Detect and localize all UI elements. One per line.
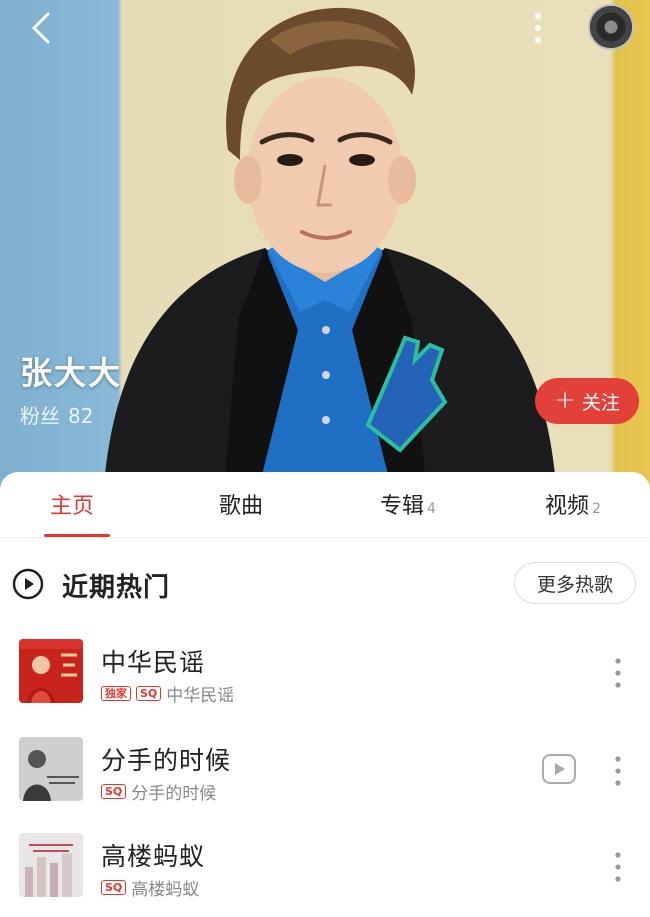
song-album: 中华民谣 [166,686,235,706]
song-album: 高楼蚂蚁 [131,880,200,900]
plus-icon: + [554,384,576,415]
more-vertical-icon[interactable] [525,6,551,50]
tab-label: 专辑 [380,494,425,519]
tab-home[interactable]: 主页 [50,488,94,520]
tab-videos[interactable]: 视频 2 [545,488,601,520]
tab-count: 4 [427,501,436,517]
fans-label: 粉丝 [20,404,60,428]
tab-songs[interactable]: 歌曲 [219,488,263,520]
song-subtitle: SQ 分手的时候 [101,779,216,804]
sq-badge: SQ [101,784,127,799]
artist-name: 张大大 [20,354,123,392]
song-title: 分手的时候 [101,746,232,775]
content-sheet: 主页 歌曲 专辑 4 视频 2 近期热门 更多热歌 中华民谣 独家 SQ 中华民… [0,472,650,917]
song-more-icon[interactable] [606,753,630,789]
song-row[interactable]: 分手的时候 SQ 分手的时候 [0,737,650,823]
tab-bar: 主页 歌曲 专辑 4 视频 2 [0,472,650,538]
tab-albums[interactable]: 专辑 4 [380,488,436,520]
fans-number: 82 [68,404,94,428]
now-playing-disc-icon[interactable] [588,4,634,50]
tab-label: 视频 [545,494,590,519]
artist-hero: 张大大 粉丝 82 + 关注 [0,0,650,500]
section-title: 近期热门 [62,573,171,603]
play-all-icon[interactable] [12,568,44,600]
song-more-icon[interactable] [606,655,630,691]
follow-button[interactable]: + 关注 [535,378,639,424]
song-album: 分手的时候 [131,784,217,804]
mv-play-icon[interactable] [541,753,577,785]
tab-label: 主页 [50,494,95,519]
active-tab-indicator [44,534,110,537]
song-subtitle: SQ 高楼蚂蚁 [101,875,199,900]
song-subtitle: 独家 SQ 中华民谣 [101,681,234,706]
follow-label: 关注 [581,391,620,414]
back-chevron-icon[interactable] [22,6,62,50]
sq-badge: SQ [101,880,127,895]
tab-label: 歌曲 [219,494,264,519]
exclusive-badge: 独家 [101,686,131,701]
more-hot-songs-button[interactable]: 更多热歌 [514,562,636,604]
album-cover [19,833,83,897]
tab-count: 2 [592,501,601,517]
song-row[interactable]: 高楼蚂蚁 SQ 高楼蚂蚁 [0,833,650,917]
album-cover [19,639,83,703]
album-cover [19,737,83,801]
sq-badge: SQ [136,686,162,701]
song-title: 高楼蚂蚁 [101,842,206,871]
fans-count: 粉丝 82 [20,400,93,429]
song-title: 中华民谣 [101,648,206,677]
song-more-icon[interactable] [606,849,630,885]
hot-section-header: 近期热门 更多热歌 [0,562,650,606]
artist-photo [105,7,555,475]
song-row[interactable]: 中华民谣 独家 SQ 中华民谣 [0,639,650,725]
